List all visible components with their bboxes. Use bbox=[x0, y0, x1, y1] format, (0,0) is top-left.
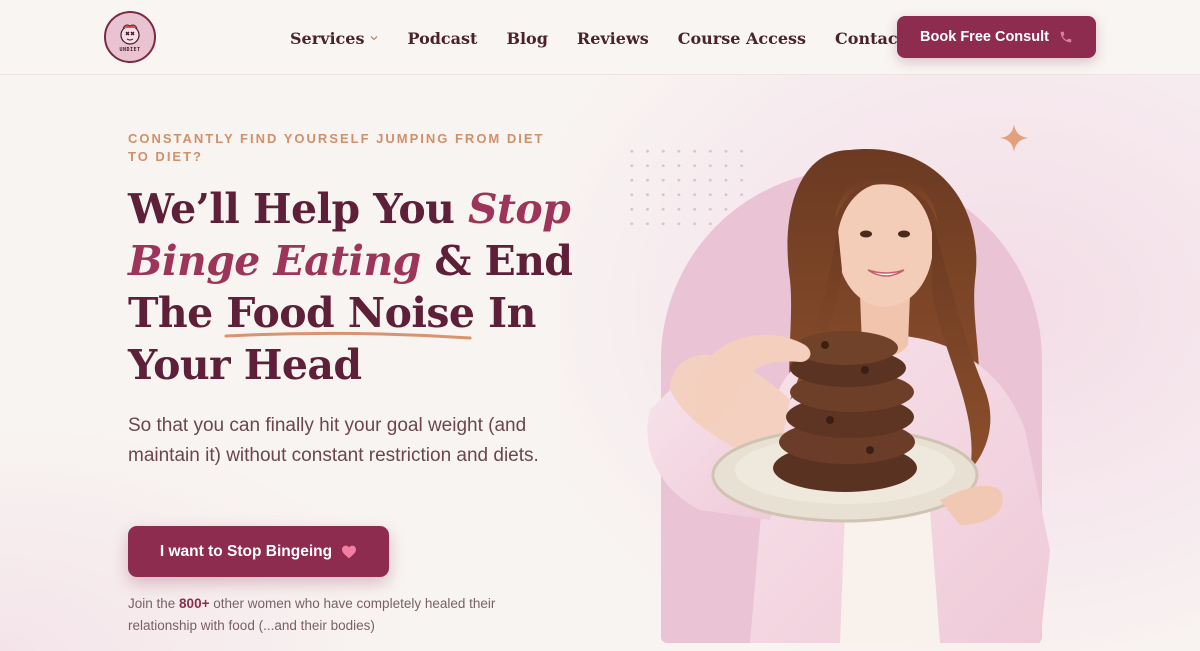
headline-accent-stop: Stop bbox=[467, 185, 571, 233]
book-consult-button[interactable]: Book Free Consult bbox=[897, 16, 1096, 58]
stop-bingeing-button[interactable]: I want to Stop Bingeing bbox=[128, 526, 389, 577]
phone-icon bbox=[1060, 31, 1072, 43]
social-proof-count: 800+ bbox=[179, 596, 210, 611]
chevron-down-icon bbox=[371, 36, 378, 41]
headline-part2: & End bbox=[420, 237, 573, 285]
nav-podcast[interactable]: Podcast bbox=[407, 29, 477, 48]
headline-food-noise: Food Noise bbox=[226, 289, 475, 337]
hero-headline: We’ll Help You Stop Binge Eating & End T… bbox=[128, 183, 588, 391]
nav-reviews[interactable]: Reviews bbox=[577, 29, 649, 48]
underline-stroke bbox=[224, 331, 472, 340]
headline-part5: Your Head bbox=[128, 341, 362, 389]
nav-services-label: Services bbox=[290, 28, 365, 48]
headline-part1: We’ll Help You bbox=[128, 185, 468, 233]
hero-eyebrow: Constantly find yourself jumping from di… bbox=[128, 131, 545, 164]
headline-part4: In bbox=[474, 289, 536, 337]
social-proof-prefix: Join the bbox=[128, 596, 180, 611]
logo-mascot-icon bbox=[120, 23, 140, 45]
brand-logo[interactable]: UNDIET bbox=[104, 11, 156, 63]
stop-bingeing-label: I want to Stop Bingeing bbox=[159, 542, 333, 560]
site-header: UNDIET Services Podcast Blog Reviews Cou… bbox=[0, 0, 1200, 75]
heart-icon bbox=[342, 545, 357, 558]
nav-contact[interactable]: Contact bbox=[835, 29, 905, 48]
hero-subcopy: So that you can finally hit your goal we… bbox=[128, 415, 539, 466]
nav-course-access[interactable]: Course Access bbox=[678, 29, 806, 48]
social-proof: Join the 800+ other women who have compl… bbox=[128, 593, 548, 637]
nav-blog[interactable]: Blog bbox=[506, 29, 547, 48]
book-consult-label: Book Free Consult bbox=[920, 29, 1049, 45]
nav-services[interactable]: Services bbox=[290, 29, 378, 48]
headline-accent-binge: Binge Eating bbox=[128, 237, 421, 285]
headline-part3: The bbox=[128, 289, 227, 337]
hero-photo-woman-with-cookies bbox=[647, 149, 1050, 643]
logo-wordmark: UNDIET bbox=[119, 46, 141, 53]
headline-underlined: Food Noise bbox=[224, 287, 475, 340]
main-nav: Services Podcast Blog Reviews Course Acc… bbox=[290, 26, 934, 50]
